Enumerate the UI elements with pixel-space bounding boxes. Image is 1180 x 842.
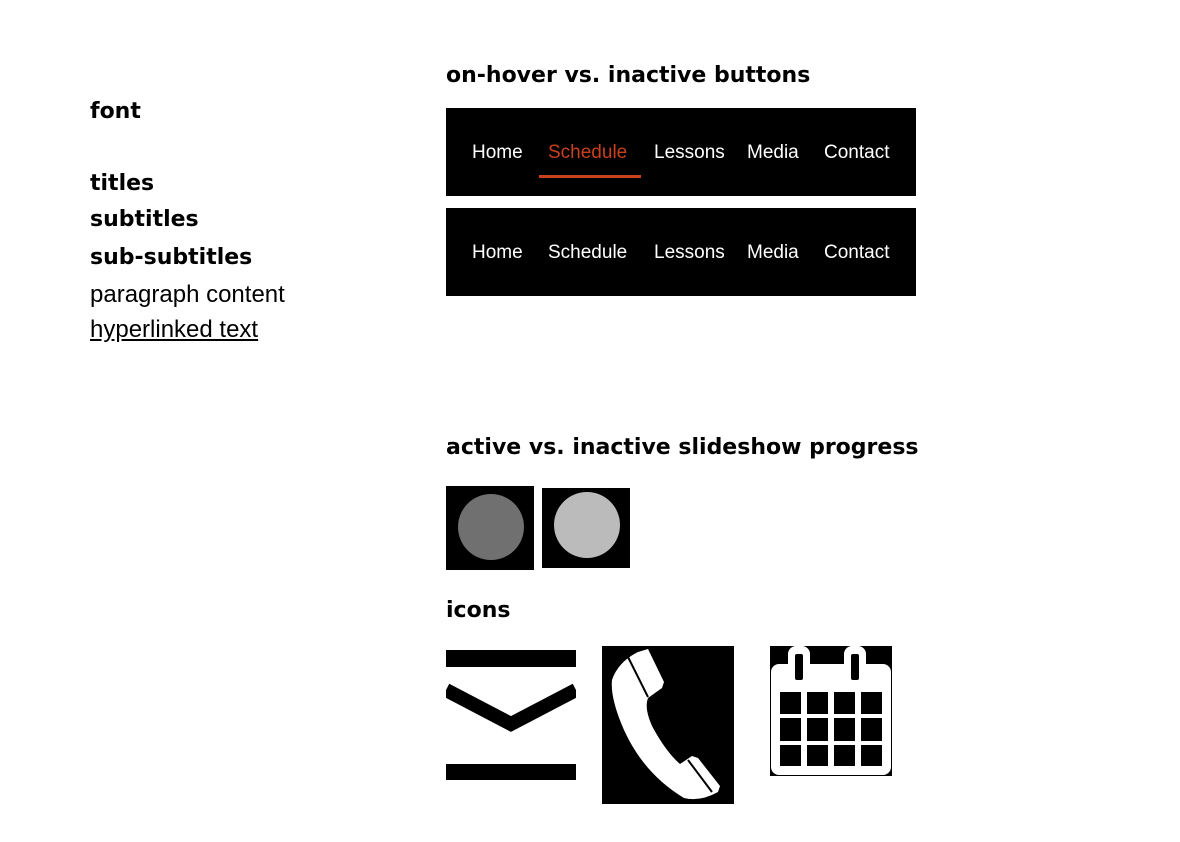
nav-media[interactable]: Media xyxy=(747,142,799,164)
nav-home[interactable]: Home xyxy=(472,142,523,164)
nav-contact[interactable]: Contact xyxy=(824,142,889,164)
active-progress-dot[interactable] xyxy=(446,486,534,570)
phone-icon xyxy=(602,646,734,804)
buttons-section-title: on-hover vs. inactive buttons xyxy=(446,63,811,88)
hover-nav-bar: Home Schedule Lessons Media Contact xyxy=(446,108,916,196)
inactive-progress-dot[interactable] xyxy=(542,488,630,568)
nav-schedule[interactable]: Schedule xyxy=(548,242,627,264)
font-heading: font xyxy=(90,99,141,124)
inactive-nav-bar: Home Schedule Lessons Media Contact xyxy=(446,208,916,296)
calendar-icon xyxy=(770,646,892,776)
hover-underline xyxy=(539,175,641,178)
nav-contact[interactable]: Contact xyxy=(824,242,889,264)
nav-schedule-hovered[interactable]: Schedule xyxy=(548,142,627,164)
slideshow-section-title: active vs. inactive slideshow progress xyxy=(446,435,919,460)
nav-home[interactable]: Home xyxy=(472,242,523,264)
nav-media[interactable]: Media xyxy=(747,242,799,264)
nav-lessons[interactable]: Lessons xyxy=(654,242,725,264)
subtitles-sample: subtitles xyxy=(90,207,199,232)
sub-subtitles-sample: sub-subtitles xyxy=(90,245,253,270)
hyperlink-sample[interactable]: hyperlinked text xyxy=(90,316,258,344)
nav-lessons[interactable]: Lessons xyxy=(654,142,725,164)
paragraph-sample: paragraph content xyxy=(90,281,285,308)
titles-sample: titles xyxy=(90,171,155,196)
mail-icon xyxy=(446,650,576,780)
icons-section-title: icons xyxy=(446,598,511,623)
